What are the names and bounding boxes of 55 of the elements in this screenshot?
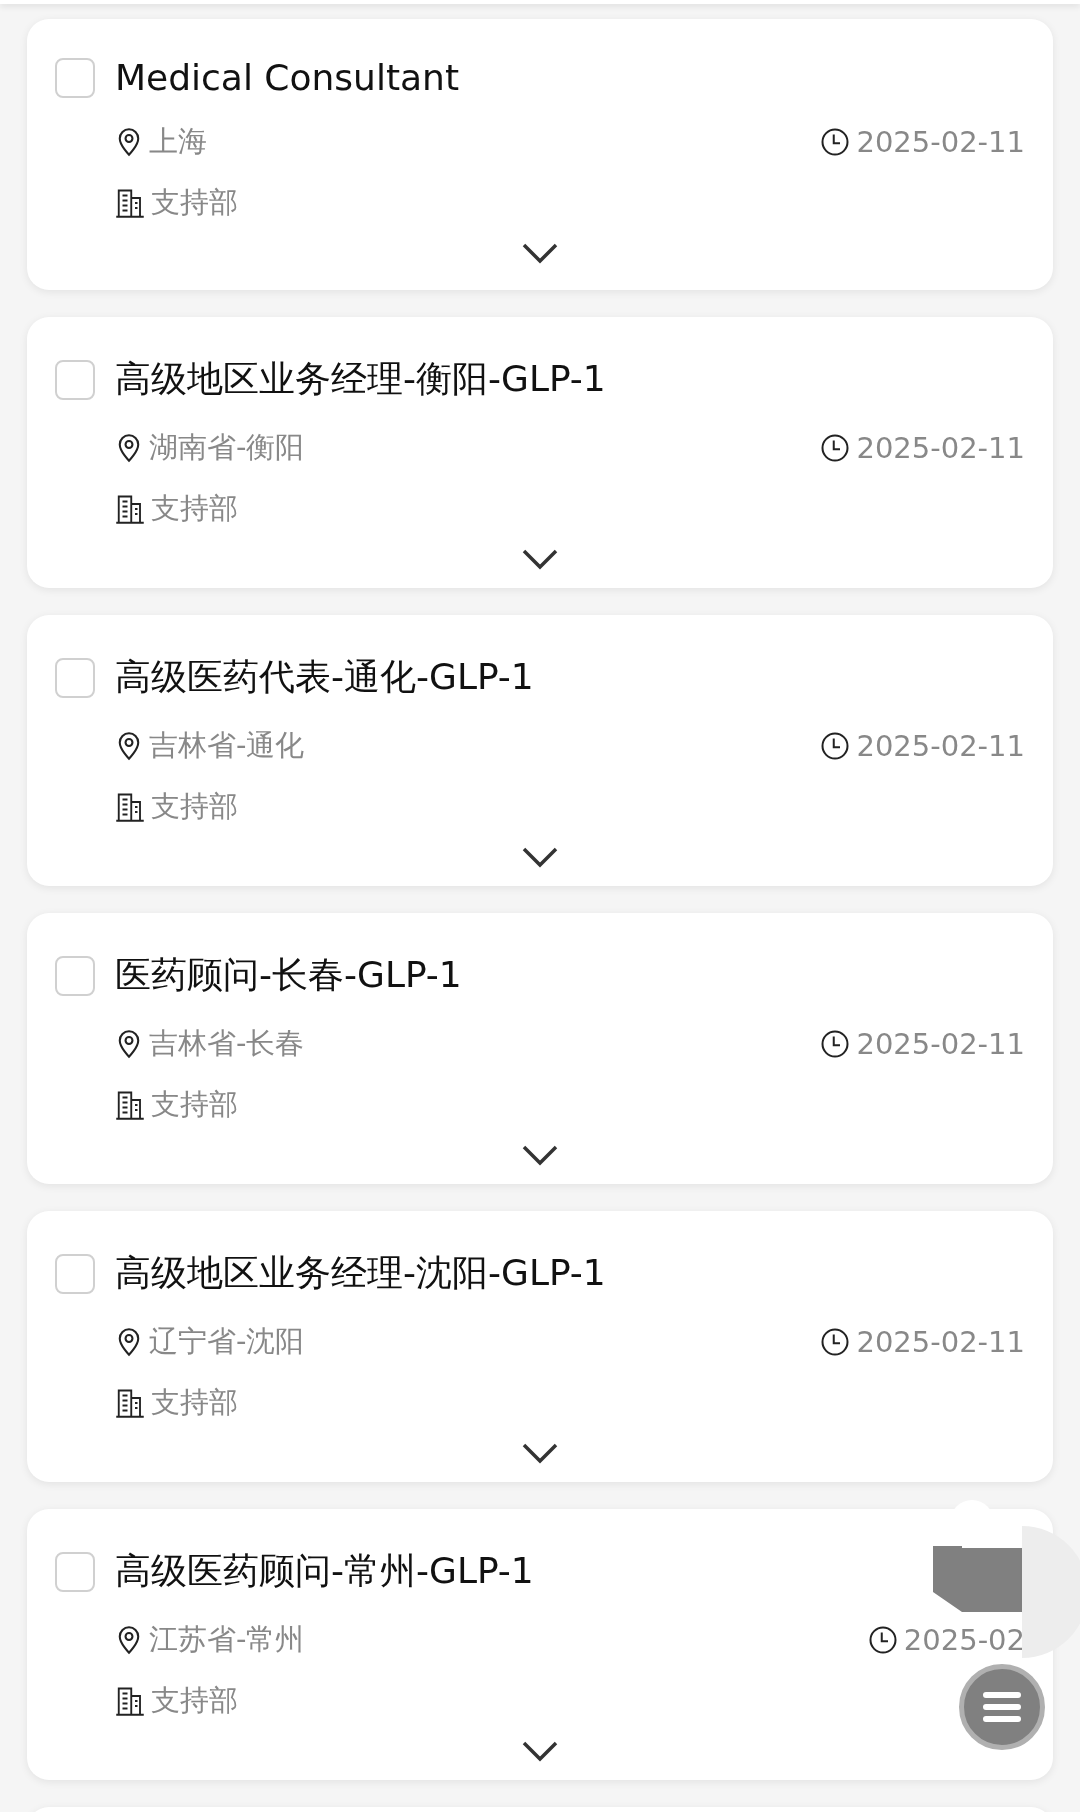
job-department: 支持部 xyxy=(151,788,238,825)
building-icon xyxy=(115,1686,145,1716)
post-date: 2025-02-11 xyxy=(856,431,1025,465)
checkbox[interactable] xyxy=(55,1551,95,1592)
job-title: 高级地区业务经理-衡阳-GLP-1 xyxy=(115,357,606,401)
building-icon xyxy=(115,1090,145,1120)
post-date: 2025-02-11 xyxy=(856,729,1025,763)
checkbox[interactable] xyxy=(55,955,95,996)
job-card[interactable]: 高级地区业务经理-沈阳-GLP-1 辽宁省-沈阳 2025-02-11 支持部 xyxy=(27,1211,1053,1482)
post-date: 2025-02 xyxy=(903,1623,1025,1657)
job-card[interactable]: 医药顾问-长春-GLP-1 吉林省-长春 2025-02-11 支持部 xyxy=(27,913,1053,1184)
expand-button[interactable] xyxy=(520,845,560,869)
job-department: 支持部 xyxy=(151,490,238,527)
checkbox[interactable] xyxy=(55,57,95,98)
clock-icon xyxy=(820,1327,851,1357)
checkbox[interactable] xyxy=(55,359,95,400)
expand-button[interactable] xyxy=(520,1143,560,1167)
job-location: 辽宁省-沈阳 xyxy=(149,1323,305,1360)
job-department: 支持部 xyxy=(151,1682,238,1719)
checkbox[interactable] xyxy=(55,1253,95,1294)
job-title: Medical Consultant xyxy=(115,57,460,98)
clock-icon xyxy=(820,433,851,463)
building-icon xyxy=(115,188,145,218)
job-location: 江苏省-常州 xyxy=(149,1621,305,1658)
clock-icon xyxy=(820,127,851,157)
expand-button[interactable] xyxy=(520,241,560,265)
expand-button[interactable] xyxy=(520,1441,560,1465)
job-title: 高级医药顾问-常州-GLP-1 xyxy=(115,1549,534,1593)
job-title: 医药顾问-长春-GLP-1 xyxy=(115,953,462,997)
expand-button[interactable] xyxy=(520,547,560,571)
job-location: 吉林省-长春 xyxy=(149,1025,305,1062)
job-location: 湖南省-衡阳 xyxy=(149,429,305,466)
clock-icon xyxy=(867,1625,898,1655)
clock-icon xyxy=(820,731,851,761)
job-card[interactable]: Medical Consultant 上海 2025-02-11 支持部 xyxy=(27,19,1053,290)
building-icon xyxy=(115,1388,145,1418)
building-icon xyxy=(115,792,145,822)
expand-button[interactable] xyxy=(520,1739,560,1763)
job-location: 上海 xyxy=(149,123,207,160)
job-card[interactable]: 高级医药代表-通化-GLP-1 吉林省-通化 2025-02-11 支持部 xyxy=(27,615,1053,886)
job-card[interactable]: 高级医药顾问-常州-GLP-1 江苏省-常州 2025-02 支持部 xyxy=(27,1509,1053,1780)
job-title: 高级地区业务经理-沈阳-GLP-1 xyxy=(115,1251,606,1295)
job-card[interactable]: 高级地区业务经理-衡阳-GLP-1 湖南省-衡阳 2025-02-11 支持部 xyxy=(27,317,1053,588)
job-department: 支持部 xyxy=(151,184,238,221)
job-department: 支持部 xyxy=(151,1086,238,1123)
post-date: 2025-02-11 xyxy=(856,1027,1025,1061)
clock-icon xyxy=(820,1029,851,1059)
job-department: 支持部 xyxy=(151,1384,238,1421)
post-date: 2025-02-11 xyxy=(856,125,1025,159)
job-location: 吉林省-通化 xyxy=(149,727,305,764)
checkbox[interactable] xyxy=(55,657,95,698)
building-icon xyxy=(115,494,145,524)
job-title: 高级医药代表-通化-GLP-1 xyxy=(115,655,534,699)
menu-icon xyxy=(982,1690,1022,1724)
post-date: 2025-02-11 xyxy=(856,1325,1025,1359)
